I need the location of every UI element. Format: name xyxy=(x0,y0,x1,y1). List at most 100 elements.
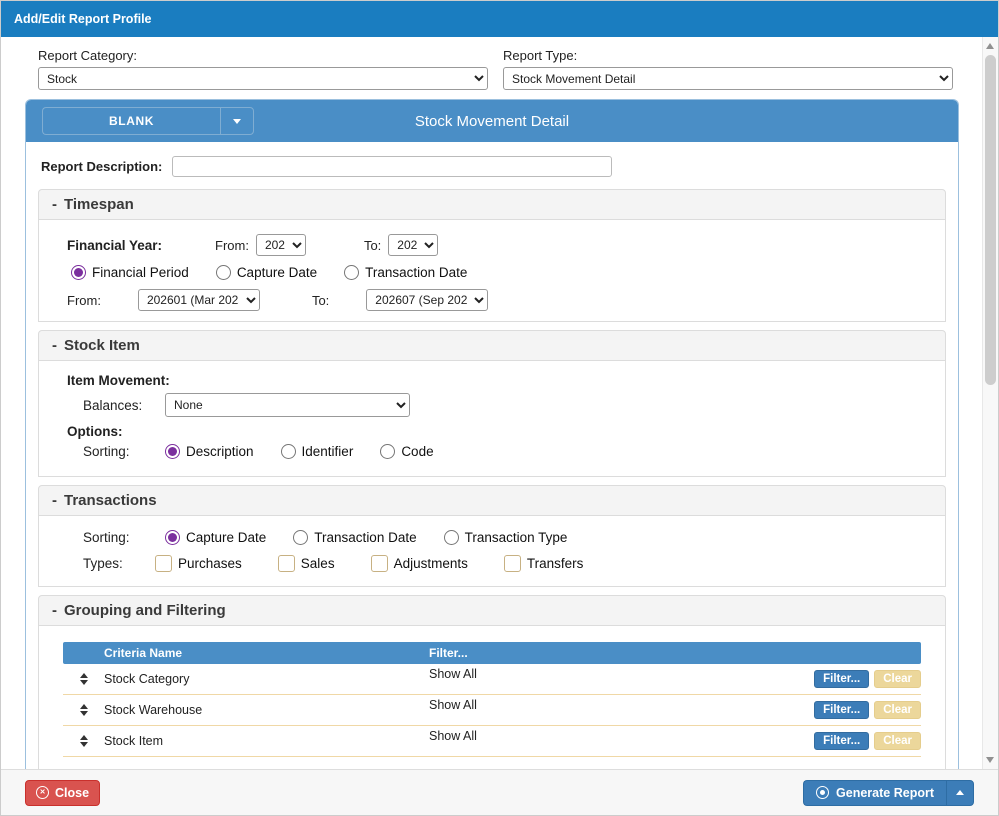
transaction-date-sort-radio[interactable] xyxy=(293,530,308,545)
stock-item-section-header[interactable]: - Stock Item xyxy=(38,330,946,361)
profile-name-split-button: BLANK xyxy=(42,107,254,135)
transactions-section-header[interactable]: - Transactions xyxy=(38,485,946,516)
generate-report-button[interactable]: Generate Report xyxy=(803,780,946,806)
code-label: Code xyxy=(401,444,433,459)
report-category-label: Report Category: xyxy=(38,48,488,63)
period-from-select[interactable]: 202601 (Mar 2025) xyxy=(138,289,260,311)
drag-handle-icon[interactable] xyxy=(63,704,104,716)
timespan-mode-row: Financial Period Capture Date Transactio… xyxy=(71,265,931,280)
filter-button[interactable]: Filter... xyxy=(814,670,869,688)
item-movement-label: Item Movement: xyxy=(67,373,931,388)
transaction-type-options: Purchases Sales Adjustments xyxy=(155,555,583,572)
report-description-label: Report Description: xyxy=(41,159,162,174)
generate-report-label: Generate Report xyxy=(836,786,934,800)
report-category-field: Report Category: Stock xyxy=(38,48,488,90)
profile-name-dropdown-button[interactable] xyxy=(220,107,254,135)
collapse-icon: - xyxy=(52,196,57,213)
row-actions: Filter... Clear xyxy=(814,701,921,719)
criteria-name: Stock Warehouse xyxy=(104,703,429,717)
financial-period-label: Financial Period xyxy=(92,265,189,280)
filter-button[interactable]: Filter... xyxy=(814,701,869,719)
report-type-select[interactable]: Stock Movement Detail xyxy=(503,67,953,90)
transaction-date-radio[interactable] xyxy=(344,265,359,280)
generate-report-split-button: Generate Report xyxy=(803,780,974,806)
radio-option-capture-date: Capture Date xyxy=(216,265,317,280)
scroll-up-icon[interactable] xyxy=(986,43,994,49)
report-type-field: Report Type: Stock Movement Detail xyxy=(503,48,953,90)
adjustments-checkbox[interactable] xyxy=(371,555,388,572)
filter-button[interactable]: Filter... xyxy=(814,732,869,750)
fy-from-select[interactable]: 2026 xyxy=(256,234,306,256)
transaction-types-row: Types: Purchases Sales xyxy=(83,555,931,572)
capture-date-radio[interactable] xyxy=(216,265,231,280)
transaction-type-sort-radio[interactable] xyxy=(444,530,459,545)
record-circle-icon xyxy=(816,786,829,799)
radio-option-transaction-date: Transaction Date xyxy=(344,265,467,280)
identifier-label: Identifier xyxy=(302,444,354,459)
transaction-date-sort-label: Transaction Date xyxy=(314,530,416,545)
clear-button[interactable]: Clear xyxy=(874,732,921,750)
generate-report-dropdown-button[interactable] xyxy=(946,780,974,806)
timespan-section-header[interactable]: - Timespan xyxy=(38,189,946,220)
code-radio[interactable] xyxy=(380,444,395,459)
profile-name-button[interactable]: BLANK xyxy=(42,107,220,135)
stock-item-section-title: Stock Item xyxy=(64,337,140,354)
transaction-type-sort-label: Transaction Type xyxy=(465,530,568,545)
criteria-filter-value: Show All xyxy=(429,695,814,712)
financial-year-row: Financial Year: From: 2026 To: 2026 xyxy=(67,234,931,256)
report-description-row: Report Description: xyxy=(26,142,958,189)
financial-period-radio[interactable] xyxy=(71,265,86,280)
chevron-down-icon xyxy=(233,119,241,124)
dialog-content: Report Category: Stock Report Type: Stoc… xyxy=(1,37,984,769)
dialog-footer: Close Generate Report xyxy=(1,769,998,815)
criteria-filter-value: Show All xyxy=(429,664,814,681)
vertical-scrollbar[interactable] xyxy=(982,37,998,769)
report-description-input[interactable] xyxy=(172,156,612,177)
options-label: Options: xyxy=(67,424,931,439)
financial-year-label: Financial Year: xyxy=(67,238,215,253)
transfers-checkbox[interactable] xyxy=(504,555,521,572)
sales-label: Sales xyxy=(301,556,335,571)
drag-handle-icon[interactable] xyxy=(63,673,104,685)
identifier-radio[interactable] xyxy=(281,444,296,459)
scroll-down-icon[interactable] xyxy=(986,757,994,763)
scrollbar-thumb[interactable] xyxy=(985,55,996,385)
collapse-icon: - xyxy=(52,492,57,509)
purchases-checkbox[interactable] xyxy=(155,555,172,572)
balances-select[interactable]: None xyxy=(165,393,410,417)
transactions-sorting-row: Sorting: Capture Date Transaction Date xyxy=(83,530,931,545)
radio-option-transaction-date-sort: Transaction Date xyxy=(293,530,416,545)
grouping-filtering-section-header[interactable]: - Grouping and Filtering xyxy=(38,595,946,626)
fy-from-label: From: xyxy=(215,238,249,253)
description-label: Description xyxy=(186,444,254,459)
grouping-filtering-section-body: Criteria Name Filter... Stock Category S… xyxy=(38,626,946,769)
close-button[interactable]: Close xyxy=(25,780,100,806)
drag-handle-icon[interactable] xyxy=(63,735,104,747)
balances-row: Balances: None xyxy=(83,393,931,417)
radio-option-description: Description xyxy=(165,444,254,459)
fy-to-select[interactable]: 2026 xyxy=(388,234,438,256)
stock-sorting-options: Description Identifier Code xyxy=(165,444,434,459)
capture-date-sort-radio[interactable] xyxy=(165,530,180,545)
clear-button[interactable]: Clear xyxy=(874,701,921,719)
criteria-name: Stock Category xyxy=(104,672,429,686)
grouping-filtering-section-title: Grouping and Filtering xyxy=(64,602,226,619)
period-to-select[interactable]: 202607 (Sep 2025) xyxy=(366,289,488,311)
stock-sorting-row: Sorting: Description Identifier xyxy=(83,444,931,459)
sales-checkbox[interactable] xyxy=(278,555,295,572)
add-edit-report-profile-dialog: Add/Edit Report Profile Report Category:… xyxy=(0,0,999,816)
description-radio[interactable] xyxy=(165,444,180,459)
table-row: Stock Category Show All Filter... Clear xyxy=(63,664,921,695)
report-category-select[interactable]: Stock xyxy=(38,67,488,90)
purchases-label: Purchases xyxy=(178,556,242,571)
radio-option-financial-period: Financial Period xyxy=(71,265,189,280)
stock-sorting-label: Sorting: xyxy=(83,444,149,459)
criteria-name-column-header: Criteria Name xyxy=(104,646,429,660)
close-button-label: Close xyxy=(55,786,89,800)
filter-column-header: Filter... xyxy=(429,646,468,660)
checkbox-option-adjustments: Adjustments xyxy=(371,555,468,572)
dialog-titlebar: Add/Edit Report Profile xyxy=(1,1,998,37)
report-profile-panel: BLANK Stock Movement Detail Report Descr… xyxy=(25,99,959,769)
clear-button[interactable]: Clear xyxy=(874,670,921,688)
radio-option-code: Code xyxy=(380,444,433,459)
